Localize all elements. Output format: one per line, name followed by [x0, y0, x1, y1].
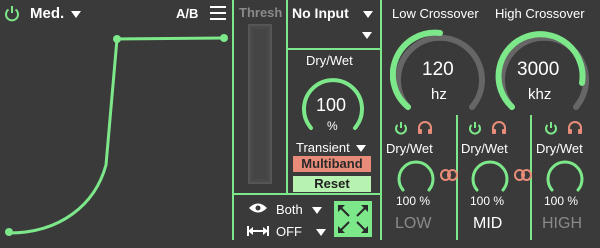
band-low-name: LOW [395, 215, 432, 232]
band-mid-drywet-label: Dry/Wet [461, 141, 508, 156]
band-high-knob[interactable] [544, 158, 586, 196]
link-mode-label: OFF [276, 224, 302, 239]
low-crossover-unit: hz [431, 86, 447, 103]
divider [232, 193, 382, 195]
view-mode-select[interactable]: Both [276, 202, 323, 217]
low-crossover-value: 120 [422, 59, 454, 80]
drywet-value: 100 [316, 95, 347, 115]
link-low-mid-icon[interactable] [440, 168, 458, 182]
transfer-curve[interactable] [0, 25, 232, 240]
chevron-down-icon [312, 207, 323, 215]
link-mode-select[interactable]: OFF [276, 225, 326, 238]
high-crossover-value: 3000 [517, 59, 560, 80]
band-high-value: 100 % [544, 194, 579, 208]
input-select[interactable]: No Input [292, 6, 373, 20]
band-low-value: 100 % [396, 194, 431, 208]
divider [286, 0, 288, 194]
chevron-down-icon [356, 145, 367, 153]
chevron-down-icon [315, 229, 326, 237]
menu-icon[interactable] [209, 5, 227, 21]
band-high-name: HIGH [542, 215, 582, 232]
band-low-knob[interactable] [395, 158, 437, 196]
band-high-headphones-icon[interactable] [567, 120, 583, 135]
high-crossover-unit: khz [528, 86, 552, 103]
drywet-label: Dry/Wet [306, 53, 353, 68]
power-icon[interactable] [4, 4, 20, 22]
chevron-down-icon [362, 10, 373, 18]
curve-handle-start [5, 228, 13, 236]
ab-button[interactable]: A/B [176, 7, 198, 20]
view-mode-label: Both [276, 202, 303, 217]
band-mid-value: 100 % [470, 194, 505, 208]
divider [232, 0, 234, 240]
thresh-meter[interactable] [248, 24, 272, 184]
band-mid-knob[interactable] [469, 158, 511, 196]
link-mid-high-icon[interactable] [514, 168, 532, 182]
curve-handle-knee [113, 35, 121, 43]
curve-handle-end [220, 34, 228, 42]
band-mid-power-icon[interactable] [468, 121, 482, 135]
link-arrows-icon [247, 226, 269, 236]
band-low-headphones-icon[interactable] [417, 120, 433, 135]
low-crossover-label: Low Crossover [392, 6, 479, 21]
chevron-down-icon[interactable] [362, 32, 372, 39]
mode-select[interactable]: Med. [30, 5, 82, 22]
band-high-power-icon[interactable] [544, 121, 558, 135]
divider [287, 48, 380, 50]
band-low-drywet-label: Dry/Wet [386, 141, 433, 156]
band-mid-headphones-icon[interactable] [491, 120, 507, 135]
transient-label: Transient [296, 140, 350, 155]
band-low-power-icon[interactable] [394, 121, 408, 135]
mode-label: Med. [30, 5, 65, 22]
input-label: No Input [292, 5, 349, 21]
divider [380, 0, 382, 240]
chevron-down-icon [71, 10, 82, 18]
drywet-unit: % [327, 119, 338, 133]
band-high-drywet-label: Dry/Wet [536, 141, 583, 156]
expand-icon[interactable] [333, 200, 373, 238]
reset-button[interactable]: Reset [293, 176, 371, 192]
eye-icon [249, 203, 267, 213]
thresh-label: Thresh [239, 5, 283, 20]
transient-select[interactable]: Transient [296, 140, 367, 155]
multiband-button[interactable]: Multiband [293, 156, 371, 172]
high-crossover-label: High Crossover [495, 6, 585, 21]
band-mid-name: MID [473, 215, 503, 232]
